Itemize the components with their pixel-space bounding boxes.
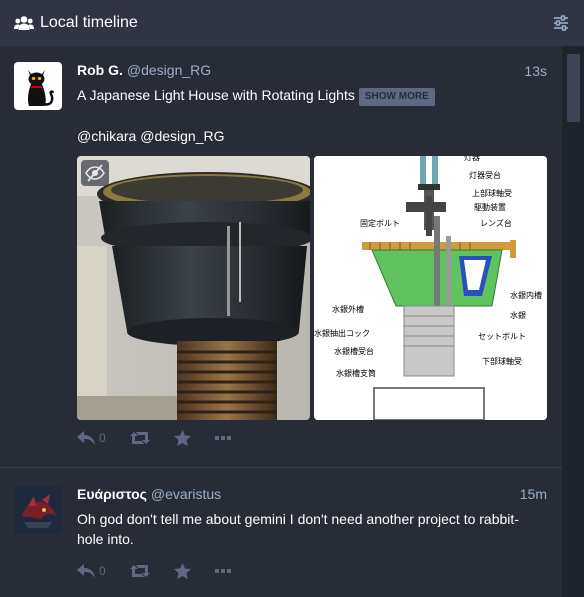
lighthouse-lens-photo — [77, 156, 310, 420]
boost-button[interactable] — [129, 431, 150, 445]
status-content: A Japanese Light House with Rotating Lig… — [77, 85, 527, 146]
diagram-label: 水銀抽出コック — [314, 328, 370, 338]
favourite-button[interactable] — [173, 563, 191, 579]
media-photo[interactable] — [77, 156, 310, 420]
favourite-button[interactable] — [173, 430, 191, 446]
reply-icon — [77, 431, 95, 445]
column-title: Local timeline — [40, 14, 138, 31]
account-handle[interactable]: @design_RG — [127, 62, 211, 78]
reply-icon — [77, 564, 95, 578]
more-options-button[interactable] — [214, 436, 231, 440]
diagram-label: 水銀槽受台 — [334, 346, 374, 356]
star-icon — [173, 430, 191, 446]
diagram-label: 灯器受台 — [469, 170, 501, 180]
show-more-button[interactable]: SHOW MORE — [358, 88, 435, 106]
reply-button[interactable]: 0 — [77, 563, 106, 579]
diagram-label: 上部球軸受 — [472, 188, 512, 198]
retweet-icon — [129, 432, 150, 444]
diagram-label: レンズ台 — [480, 218, 512, 228]
lighthouse-mechanism-diagram: 灯器 灯器受台 上部球軸受 駆動装置 固定ボルト レンズ台 水銀外槽 水銀内槽 … — [314, 156, 547, 420]
reply-count: 0 — [99, 431, 106, 445]
display-name[interactable]: Ευάριστος — [77, 486, 147, 502]
diagram-label: 水銀槽支筒 — [336, 368, 376, 378]
boost-button[interactable] — [129, 564, 150, 578]
status-timestamp[interactable]: 15m — [520, 486, 547, 502]
eye-slash-icon — [85, 164, 105, 182]
diagram-label: 駆動装置 — [474, 202, 506, 212]
reply-count: 0 — [99, 564, 106, 578]
account-handle[interactable]: @evaristus — [151, 486, 221, 502]
local-timeline-column: Local timeline Rob G. @design_RG 13s A J… — [0, 0, 584, 597]
status-action-bar: 0 — [77, 563, 255, 579]
scrollbar-track[interactable] — [562, 46, 584, 597]
star-icon — [173, 563, 191, 579]
retweet-icon — [129, 565, 150, 577]
diagram-label: 下部球軸受 — [482, 356, 522, 366]
diagram-label: 水銀 — [510, 310, 526, 320]
sliders-icon[interactable] — [552, 14, 570, 32]
diagram-label: 灯器 — [464, 156, 480, 162]
media-diagram[interactable]: 灯器 灯器受台 上部球軸受 駆動装置 固定ボルト レンズ台 水銀外槽 水銀内槽 … — [314, 156, 547, 420]
scrollbar-thumb[interactable] — [567, 54, 580, 122]
diagram-label: 水銀内槽 — [510, 290, 542, 300]
users-icon — [14, 16, 34, 30]
reply-button[interactable]: 0 — [77, 430, 106, 446]
dragon-avatar-image — [14, 486, 62, 534]
column-header[interactable]: Local timeline — [0, 0, 584, 46]
status-mentions[interactable]: @chikara @design_RG — [77, 126, 527, 146]
more-options-button[interactable] — [214, 569, 231, 573]
diagram-label: 固定ボルト — [360, 218, 400, 228]
status-timestamp[interactable]: 13s — [524, 63, 547, 79]
display-name[interactable]: Rob G. — [77, 62, 123, 78]
black-cat-avatar-image — [14, 62, 62, 110]
ellipsis-icon — [214, 436, 231, 440]
status-content: Oh god don't tell me about gemini I don'… — [77, 511, 519, 547]
diagram-label: 水銀外槽 — [332, 304, 364, 314]
diagram-label: セットボルト — [478, 332, 526, 341]
hide-media-button[interactable] — [81, 160, 109, 186]
ellipsis-icon — [214, 569, 231, 573]
media-gallery: 灯器 灯器受台 上部球軸受 駆動装置 固定ボルト レンズ台 水銀外槽 水銀内槽 … — [77, 156, 547, 420]
status-text: A Japanese Light House with Rotating Lig… — [77, 87, 355, 103]
avatar[interactable] — [14, 62, 62, 110]
status-item[interactable]: Rob G. @design_RG 13s A Japanese Light Ho… — [0, 46, 562, 468]
avatar[interactable] — [14, 486, 62, 534]
status-action-bar: 0 — [77, 430, 255, 446]
status-item[interactable]: Ευάριστος @evaristus 15m Oh god don't tel… — [0, 469, 562, 597]
